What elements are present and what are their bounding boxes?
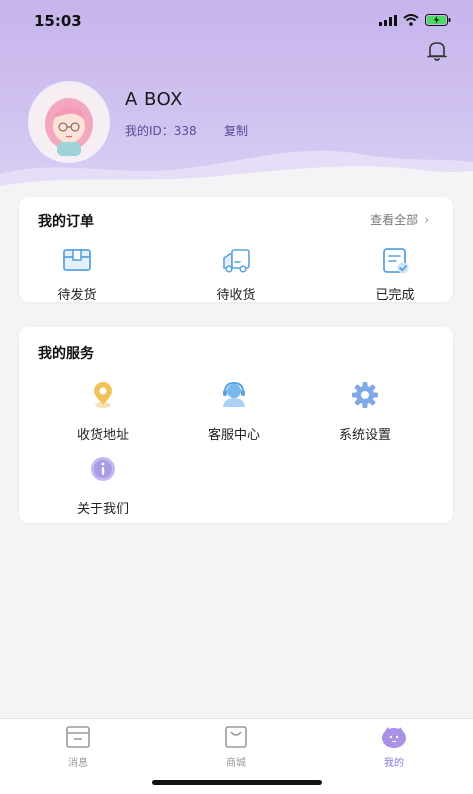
orders-title: 我的订单 bbox=[38, 214, 94, 230]
services-card: 我的服务 收货地址 客服中心 系统设置 关于我们 bbox=[19, 327, 453, 523]
username: A BOX bbox=[125, 89, 183, 110]
tab-label: 消息 bbox=[68, 758, 88, 769]
tab-label: 我的 bbox=[384, 758, 404, 769]
battery-icon bbox=[425, 14, 451, 26]
service-item-label: 客服中心 bbox=[207, 428, 260, 443]
gear-icon bbox=[352, 382, 378, 408]
copy-id-button[interactable]: 复制 bbox=[224, 122, 248, 139]
service-shipping-address[interactable]: 收货地址 bbox=[53, 380, 153, 443]
message-icon bbox=[66, 726, 90, 748]
service-item-label: 收货地址 bbox=[76, 428, 129, 443]
customer-service-icon bbox=[223, 381, 245, 407]
truck-icon bbox=[223, 249, 250, 273]
order-item-label: 待收货 bbox=[216, 288, 256, 303]
orders-card: 我的订单 查看全部 › 待发货 待收货 已完成 bbox=[19, 197, 453, 303]
avatar-illustration bbox=[31, 84, 107, 160]
status-icons bbox=[379, 14, 451, 26]
service-system-settings[interactable]: 系统设置 bbox=[315, 380, 415, 443]
home-indicator bbox=[152, 780, 322, 785]
bell-icon[interactable] bbox=[424, 38, 450, 64]
order-pending-receipt[interactable]: 待收货 bbox=[196, 246, 276, 303]
tab-label: 商城 bbox=[226, 758, 246, 769]
avatar[interactable] bbox=[31, 84, 107, 160]
user-id: 我的ID：338 bbox=[125, 124, 197, 138]
chevron-right-icon: › bbox=[424, 213, 429, 227]
signal-icon bbox=[379, 14, 397, 26]
order-pending-shipment[interactable]: 待发货 bbox=[37, 246, 117, 303]
service-customer-center[interactable]: 客服中心 bbox=[184, 380, 284, 443]
view-all-orders-link[interactable]: 查看全部 › bbox=[370, 211, 429, 228]
service-about-us[interactable]: 关于我们 bbox=[53, 454, 153, 517]
shopping-bag-icon bbox=[225, 726, 247, 748]
order-item-label: 已完成 bbox=[375, 288, 415, 303]
clipboard-check-icon bbox=[383, 248, 409, 274]
profile-icon bbox=[382, 727, 406, 748]
status-bar: 15:03 bbox=[0, 0, 473, 44]
wifi-icon bbox=[403, 14, 419, 26]
service-item-label: 系统设置 bbox=[338, 428, 391, 443]
order-completed[interactable]: 已完成 bbox=[355, 246, 435, 303]
service-item-label: 关于我们 bbox=[76, 502, 129, 517]
view-all-label: 查看全部 bbox=[370, 213, 419, 227]
info-icon bbox=[91, 457, 115, 481]
tab-mine[interactable]: 我的 bbox=[364, 725, 424, 769]
services-title: 我的服务 bbox=[38, 346, 94, 362]
tab-mall[interactable]: 商城 bbox=[206, 725, 266, 769]
location-pin-icon bbox=[94, 382, 112, 408]
box-icon bbox=[63, 249, 91, 271]
order-item-label: 待发货 bbox=[57, 288, 97, 303]
tab-messages[interactable]: 消息 bbox=[48, 725, 108, 769]
status-time: 15:03 bbox=[34, 12, 82, 30]
